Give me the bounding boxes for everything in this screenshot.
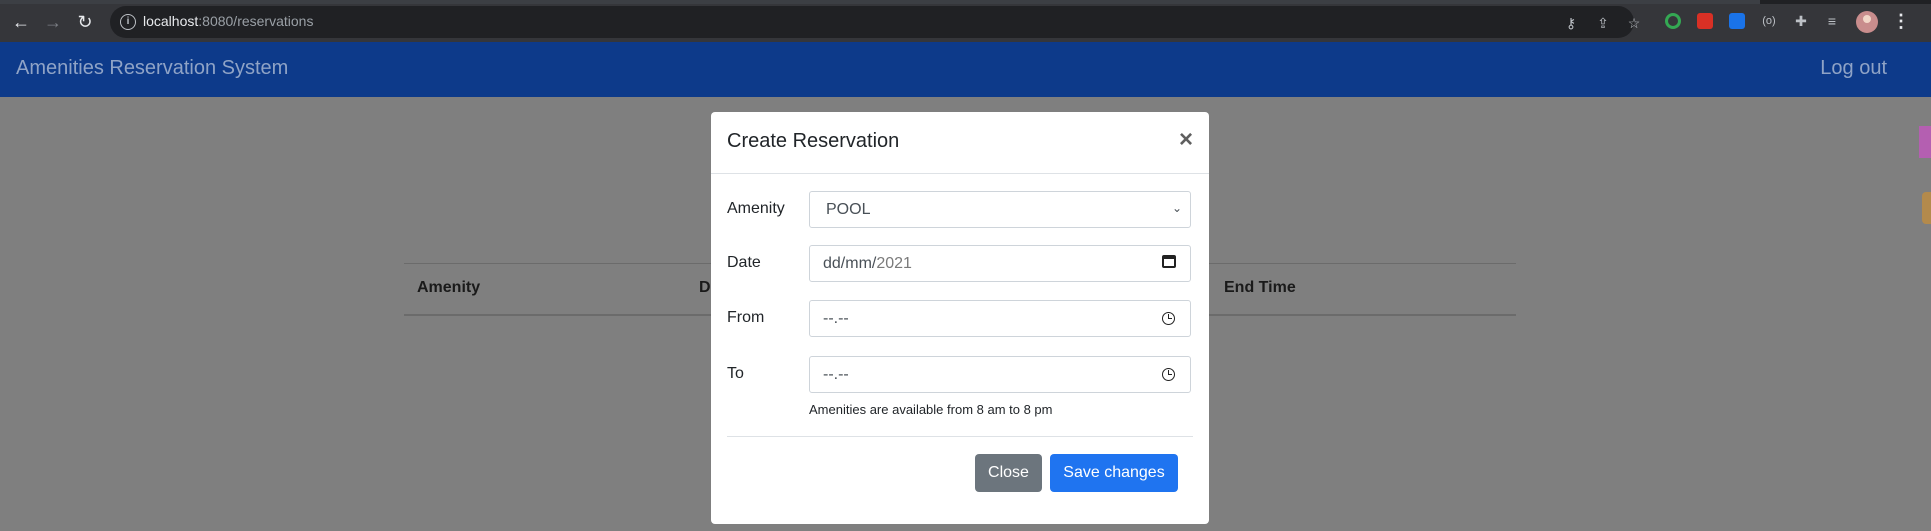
from-value: --.-- <box>823 310 849 327</box>
address-bar[interactable]: i localhost:8080/reservations ⚷ ⇪ ☆ <box>110 6 1640 38</box>
reload-icon[interactable]: ↻ <box>74 11 96 33</box>
amenity-value: POOL <box>826 201 871 218</box>
reading-list-icon[interactable]: ≡ <box>1823 12 1841 30</box>
share-icon[interactable]: ⇪ <box>1594 14 1612 32</box>
back-icon[interactable]: ← <box>10 11 32 33</box>
logout-link[interactable]: Log out <box>1820 57 1887 80</box>
forward-icon[interactable]: → <box>42 11 64 33</box>
close-button[interactable]: Close <box>975 454 1042 492</box>
to-time-input[interactable]: --.-- <box>809 356 1191 393</box>
close-icon[interactable]: × <box>1179 128 1193 152</box>
extension-pdf-icon[interactable] <box>1697 13 1713 29</box>
from-time-input[interactable]: --.-- <box>809 300 1191 337</box>
clock-icon[interactable] <box>1162 312 1175 325</box>
header-amenity: Amenity <box>417 279 481 296</box>
side-widget-strip-secondary <box>1922 192 1931 224</box>
url-text[interactable]: localhost:8080/reservations <box>143 13 313 29</box>
tab-strip <box>0 0 1931 4</box>
extension-screenshot-icon[interactable] <box>1729 13 1745 29</box>
brand-title[interactable]: Amenities Reservation System <box>16 57 288 80</box>
bookmark-star-icon[interactable]: ☆ <box>1625 14 1643 32</box>
date-format: dd/mm/ <box>823 255 877 272</box>
availability-help-text: Amenities are available from 8 am to 8 p… <box>809 402 1053 417</box>
save-changes-button[interactable]: Save changes <box>1050 454 1178 492</box>
date-year: 2021 <box>876 255 912 272</box>
chevron-down-icon: ⌄ <box>1171 201 1182 215</box>
top-navbar: Amenities Reservation System Log out <box>0 42 1931 97</box>
clock-icon[interactable] <box>1162 368 1175 381</box>
extension-code-icon[interactable]: (o) <box>1760 12 1778 30</box>
modal-header: Create Reservation × <box>711 112 1209 174</box>
side-widget-strip <box>1919 126 1931 158</box>
header-date-partial: D <box>699 279 711 296</box>
from-label: From <box>727 309 765 326</box>
create-reservation-modal: Create Reservation × Amenity POOL ⌄ Date… <box>711 112 1209 524</box>
header-end-time: End Time <box>1224 279 1296 296</box>
site-info-icon[interactable]: i <box>120 14 136 30</box>
extensions-puzzle-icon[interactable]: ✚ <box>1792 12 1810 30</box>
browser-toolbar: ← → ↻ i localhost:8080/reservations ⚷ ⇪ … <box>0 0 1931 42</box>
to-value: --.-- <box>823 366 849 383</box>
amenity-select[interactable]: POOL ⌄ <box>809 191 1191 228</box>
modal-footer-divider <box>727 436 1193 437</box>
url-host: localhost <box>143 13 199 29</box>
url-path: :8080/reservations <box>198 13 314 29</box>
key-icon[interactable]: ⚷ <box>1562 14 1580 32</box>
profile-avatar[interactable] <box>1856 11 1878 33</box>
to-label: To <box>727 365 744 382</box>
calendar-icon[interactable] <box>1162 255 1176 268</box>
date-input[interactable]: dd/mm/2021 <box>809 245 1191 282</box>
extension-color-icon[interactable] <box>1665 13 1681 29</box>
amenity-label: Amenity <box>727 200 785 217</box>
date-value: dd/mm/2021 <box>823 255 912 273</box>
active-tab[interactable] <box>0 0 1760 4</box>
date-label: Date <box>727 254 761 271</box>
browser-menu-icon[interactable]: ⋮ <box>1892 10 1910 32</box>
modal-title: Create Reservation <box>727 130 900 152</box>
page-content: Amenities Reservation System Log out Ame… <box>0 42 1931 531</box>
